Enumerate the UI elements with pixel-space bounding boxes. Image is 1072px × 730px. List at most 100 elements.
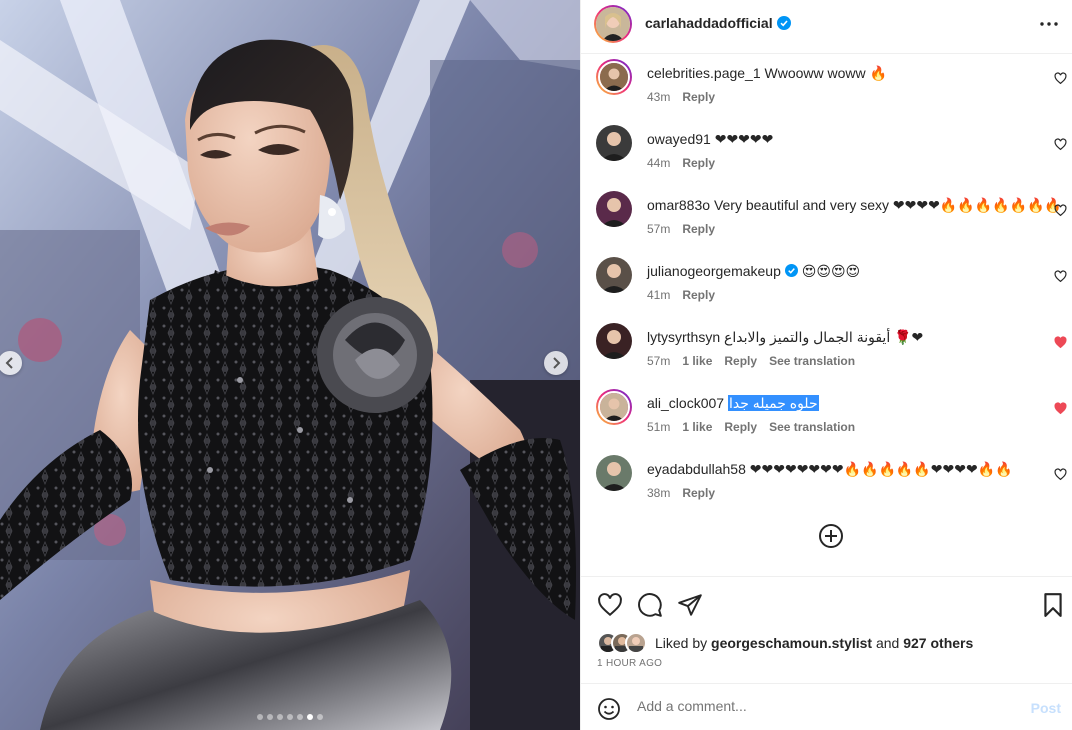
carousel-indicator — [0, 714, 580, 720]
comment-item: eyadabdullah58 ❤❤❤❤❤❤❤❤🔥🔥🔥🔥🔥❤❤❤❤🔥🔥 38m Rep… — [581, 454, 1072, 520]
see-translation-button[interactable]: See translation — [769, 420, 855, 434]
commenter-avatar[interactable] — [596, 455, 632, 491]
comment-like-button[interactable] — [1054, 72, 1067, 85]
reply-button[interactable]: Reply — [682, 288, 715, 302]
carousel-dot — [257, 714, 263, 720]
comment-username[interactable]: julianogeorgemakeup — [647, 263, 781, 279]
comment-like-button[interactable] — [1054, 138, 1067, 151]
author-avatar[interactable] — [594, 5, 632, 43]
save-button[interactable] — [1041, 592, 1067, 618]
comment-text: ❤❤❤❤❤ — [714, 131, 774, 147]
comment-time[interactable]: 41m — [647, 288, 670, 302]
share-button[interactable] — [677, 592, 703, 618]
commenter-avatar[interactable] — [596, 389, 632, 425]
heart-icon — [1054, 72, 1067, 85]
post-actions-bar — [581, 576, 1072, 630]
author-username[interactable]: carlahaddadofficial — [645, 15, 791, 33]
post-photo — [0, 0, 580, 730]
reply-button[interactable]: Reply — [682, 156, 715, 170]
load-more-comments-button[interactable] — [818, 523, 844, 549]
comment-line: owayed91 ❤❤❤❤❤ — [647, 131, 773, 148]
comment-username[interactable]: owayed91 — [647, 131, 711, 147]
verified-badge-icon — [776, 15, 791, 33]
comment-time[interactable]: 57m — [647, 222, 670, 236]
comment-line: lytysyrthsyn أيقونة الجمال والتميز والاب… — [647, 329, 923, 346]
comment-item: ali_clock007 حلوه جميله جدا 51m 1 like Repl… — [581, 388, 1072, 454]
comment-time[interactable]: 44m — [647, 156, 670, 170]
comment-time[interactable]: 57m — [647, 354, 670, 368]
heart-icon — [1054, 468, 1067, 481]
comment-time[interactable]: 51m — [647, 420, 670, 434]
post-comment-button[interactable]: Post — [1031, 700, 1061, 716]
comment-likes-count[interactable]: 1 like — [682, 354, 712, 368]
commenter-avatar[interactable] — [596, 257, 632, 293]
heart-icon — [1054, 138, 1067, 151]
likes-text: Liked by georgeschamoun.stylist and 927 … — [655, 635, 973, 651]
comment-username[interactable]: lytysyrthsyn — [647, 329, 720, 345]
likes-summary: Liked by georgeschamoun.stylist and 927 … — [597, 631, 973, 655]
comment-like-button[interactable] — [1054, 204, 1067, 217]
paper-plane-icon — [678, 594, 702, 616]
comment-button[interactable] — [637, 592, 663, 618]
post-timestamp[interactable]: 1 HOUR AGO — [597, 658, 662, 669]
reply-button[interactable]: Reply — [724, 420, 757, 434]
comment-text: 😍😍😍😍 — [801, 263, 861, 279]
comment-like-button[interactable] — [1054, 270, 1067, 283]
likes-user-link[interactable]: georgeschamoun.stylist — [711, 635, 872, 651]
post-media[interactable] — [0, 0, 580, 730]
comment-text: Wwooww woww 🔥 — [764, 65, 887, 81]
commenter-avatar[interactable] — [596, 191, 632, 227]
comment-like-button[interactable] — [1054, 336, 1067, 349]
comment-item: lytysyrthsyn أيقونة الجمال والتميز والاب… — [581, 322, 1072, 388]
comment-time[interactable]: 43m — [647, 90, 670, 104]
liker-avatar — [625, 632, 647, 654]
commenter-avatar[interactable] — [596, 59, 632, 95]
comment-item: omar883o Very beautiful and very sexy ❤❤… — [581, 190, 1072, 256]
comment-username[interactable]: omar883o — [647, 197, 710, 213]
liker-avatars — [597, 632, 651, 654]
chevron-right-icon — [553, 357, 561, 369]
carousel-dot — [297, 714, 303, 720]
comment-like-button[interactable] — [1054, 468, 1067, 481]
comment-meta: 41m Reply — [647, 288, 715, 302]
comment-username[interactable]: celebrities.page_1 — [647, 65, 761, 81]
comment-line: omar883o Very beautiful and very sexy ❤❤… — [647, 197, 1062, 214]
commenter-avatar[interactable] — [596, 125, 632, 161]
comment-text: Very beautiful and very sexy ❤❤❤❤🔥🔥🔥🔥🔥🔥🔥 — [713, 197, 1062, 213]
comment-item: owayed91 ❤❤❤❤❤ 44m Reply — [581, 124, 1072, 190]
carousel-dot — [287, 714, 293, 720]
reply-button[interactable]: Reply — [724, 354, 757, 368]
bookmark-icon — [1044, 593, 1062, 617]
reply-button[interactable]: Reply — [682, 486, 715, 500]
like-button[interactable] — [597, 592, 623, 618]
reply-button[interactable]: Reply — [682, 90, 715, 104]
comment-time[interactable]: 38m — [647, 486, 670, 500]
likes-others-link[interactable]: 927 others — [903, 635, 973, 651]
emoji-picker-button[interactable] — [597, 697, 621, 721]
author-username-text[interactable]: carlahaddadofficial — [645, 15, 773, 31]
comment-line: eyadabdullah58 ❤❤❤❤❤❤❤❤🔥🔥🔥🔥🔥❤❤❤❤🔥🔥 — [647, 461, 1013, 478]
comment-input[interactable] — [637, 698, 1017, 714]
more-options-button[interactable] — [1037, 14, 1061, 34]
post-details-panel: carlahaddadofficial celebrities.page_1 W… — [580, 0, 1072, 730]
comment-meta: 57m Reply — [647, 222, 715, 236]
comment-username[interactable]: eyadabdullah58 — [647, 461, 746, 477]
comment-username[interactable]: ali_clock007 — [647, 395, 724, 411]
see-translation-button[interactable]: See translation — [769, 354, 855, 368]
commenter-avatar[interactable] — [596, 323, 632, 359]
carousel-dot — [307, 714, 313, 720]
heart-icon — [1054, 336, 1067, 349]
verified-badge-icon — [784, 264, 798, 280]
comment-bubble-icon — [638, 593, 662, 617]
reply-button[interactable]: Reply — [682, 222, 715, 236]
plus-circle-icon — [819, 524, 843, 548]
comment-meta: 51m 1 like Reply See translation — [647, 420, 855, 434]
chevron-left-icon — [5, 357, 13, 369]
carousel-dot — [317, 714, 323, 720]
comment-likes-count[interactable]: 1 like — [682, 420, 712, 434]
comment-meta: 57m 1 like Reply See translation — [647, 354, 855, 368]
comment-line: celebrities.page_1 Wwooww woww 🔥 — [647, 65, 887, 82]
likes-prefix: Liked by — [655, 635, 712, 651]
comment-like-button[interactable] — [1054, 402, 1067, 415]
next-image-button[interactable] — [544, 351, 568, 375]
